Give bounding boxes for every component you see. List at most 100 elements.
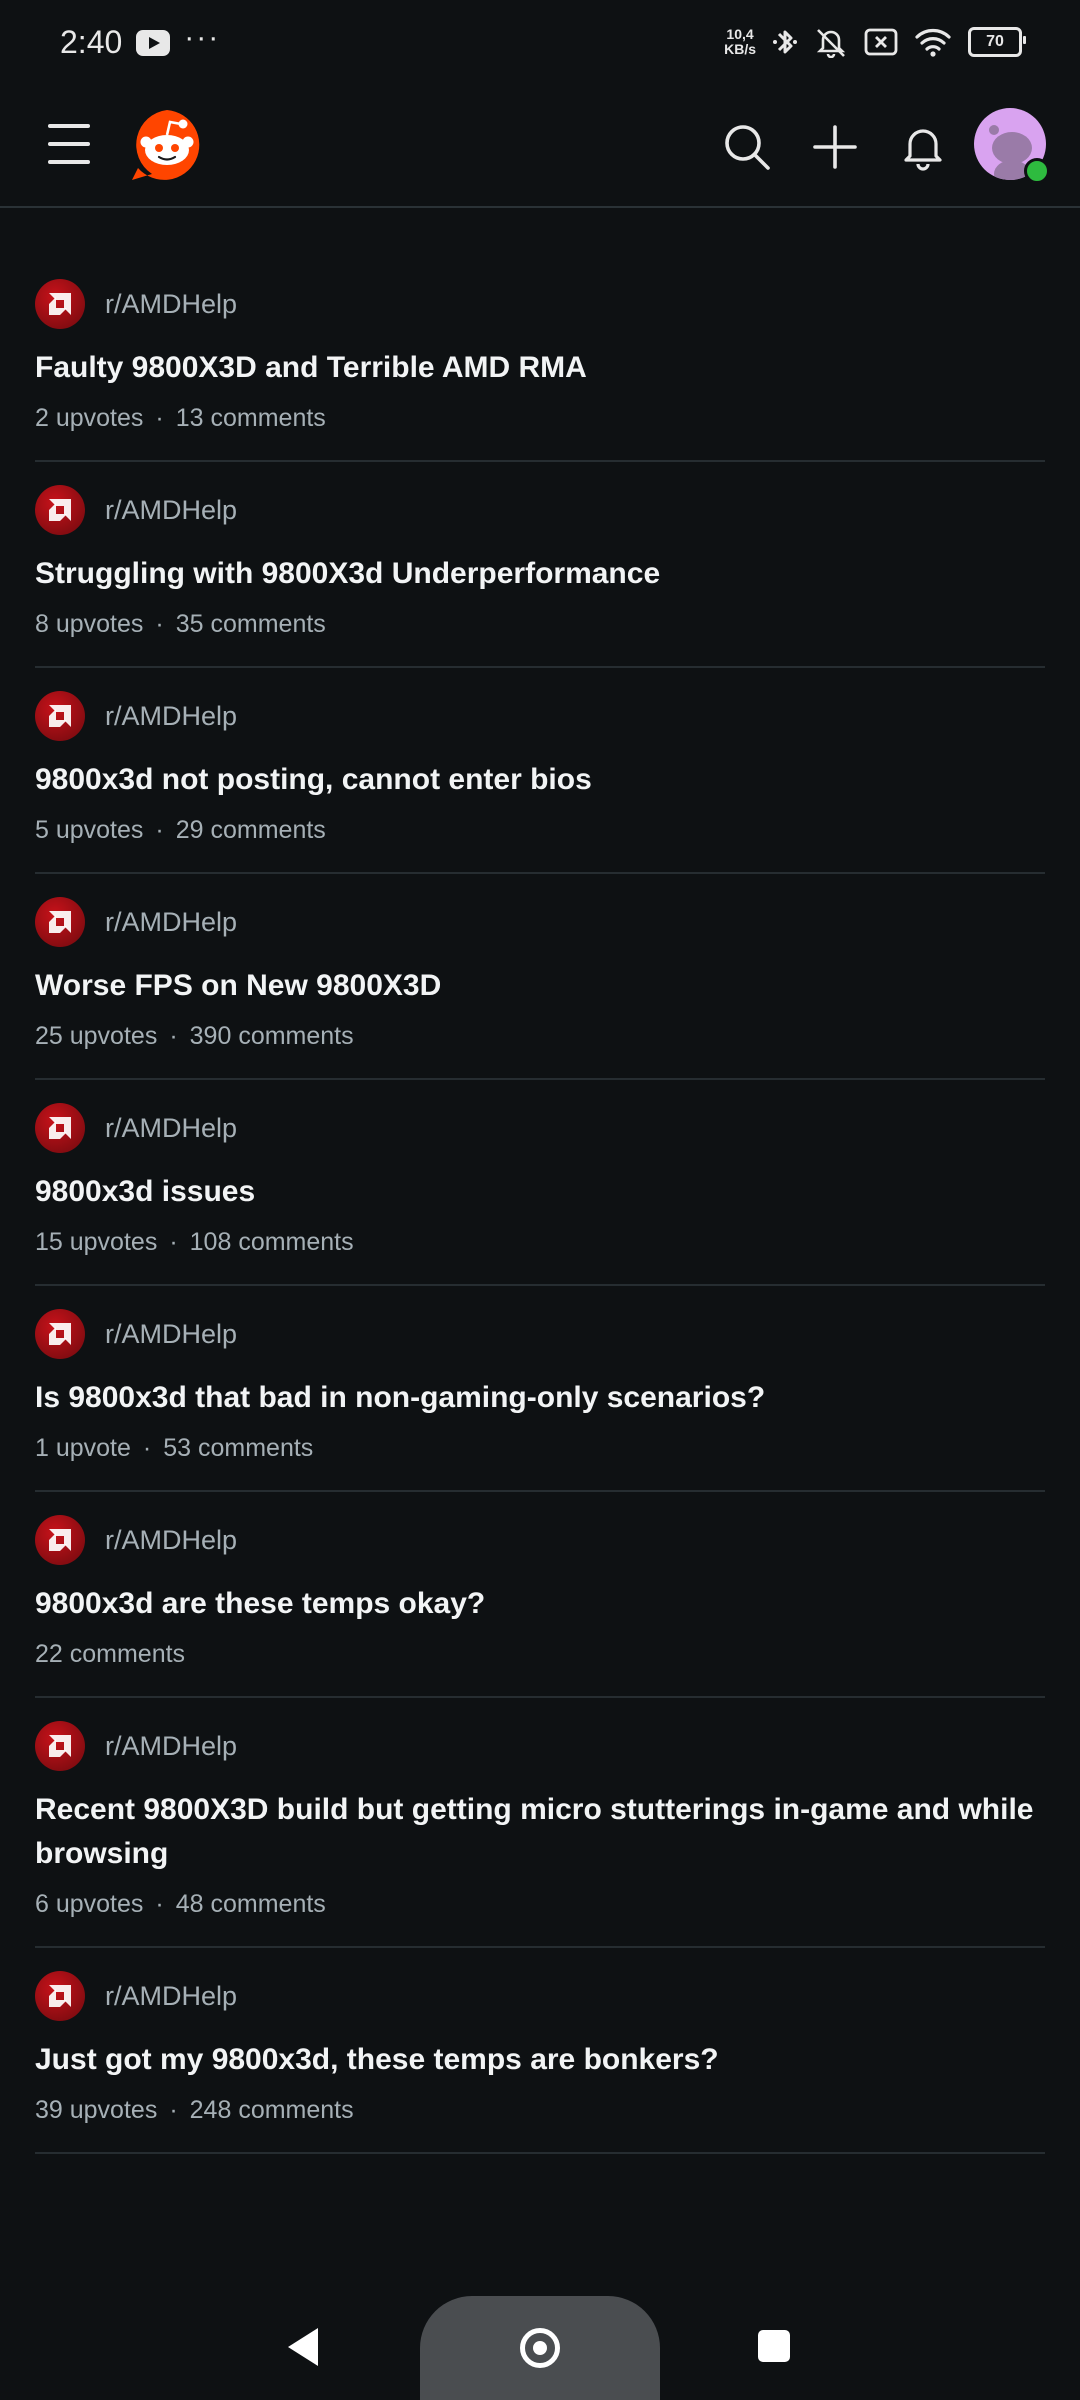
subreddit-name[interactable]: r/AMDHelp xyxy=(105,289,237,320)
upvote-count: 39 upvotes xyxy=(35,2096,158,2124)
comment-count: 390 comments xyxy=(189,1022,354,1050)
comment-count: 13 comments xyxy=(175,404,326,432)
post-title[interactable]: Struggling with 9800X3d Underperformance xyxy=(35,552,1045,596)
amd-logo-icon xyxy=(49,705,71,727)
bell-icon[interactable] xyxy=(898,122,948,172)
post-title[interactable]: Just got my 9800x3d, these temps are bon… xyxy=(35,2038,1045,2082)
post-header: r/AMDHelp xyxy=(35,1100,1045,1156)
amd-logo-icon xyxy=(49,1985,71,2007)
post-title[interactable]: Faulty 9800X3D and Terrible AMD RMA xyxy=(35,346,1045,390)
post-header: r/AMDHelp xyxy=(35,1968,1045,2024)
list-item[interactable]: r/AMDHelp Struggling with 9800X3d Underp… xyxy=(35,462,1045,668)
meta-separator: · xyxy=(155,610,164,638)
subreddit-name[interactable]: r/AMDHelp xyxy=(105,1525,237,1556)
list-item[interactable]: r/AMDHelp Recent 9800X3D build but getti… xyxy=(35,1698,1045,1948)
post-title[interactable]: Is 9800x3d that bad in non-gaming-only s… xyxy=(35,1376,1045,1420)
post-meta: 39 upvotes · 248 comments xyxy=(35,2092,1045,2128)
post-meta: 2 upvotes · 13 comments xyxy=(35,400,1045,436)
menu-icon[interactable] xyxy=(48,124,90,164)
post-title[interactable]: 9800x3d not posting, cannot enter bios xyxy=(35,758,1045,802)
back-icon[interactable] xyxy=(288,2328,318,2366)
comment-count: 48 comments xyxy=(175,1890,326,1918)
online-status-dot xyxy=(1024,158,1050,184)
subreddit-name[interactable]: r/AMDHelp xyxy=(105,1731,237,1762)
bluetooth-icon xyxy=(773,30,797,54)
meta-separator: · xyxy=(155,816,164,844)
upvote-count: 2 upvotes xyxy=(35,404,144,432)
subreddit-avatar[interactable] xyxy=(35,485,85,535)
post-meta: 25 upvotes · 390 comments xyxy=(35,1018,1045,1054)
post-feed: r/AMDHelp Faulty 9800X3D and Terrible AM… xyxy=(35,256,1045,2154)
upvote-count: 1 upvote xyxy=(35,1434,131,1462)
subreddit-name[interactable]: r/AMDHelp xyxy=(105,495,237,526)
list-item[interactable]: r/AMDHelp Is 9800x3d that bad in non-gam… xyxy=(35,1286,1045,1492)
list-item[interactable]: r/AMDHelp 9800x3d issues 15 upvotes · 108 … xyxy=(35,1080,1045,1286)
comment-count: 53 comments xyxy=(163,1434,314,1462)
post-header: r/AMDHelp xyxy=(35,1306,1045,1362)
recent-apps-icon[interactable] xyxy=(758,2330,790,2362)
post-meta: 15 upvotes · 108 comments xyxy=(35,1224,1045,1260)
post-title[interactable]: 9800x3d are these temps okay? xyxy=(35,1582,1045,1626)
meta-separator: · xyxy=(169,1022,178,1050)
subreddit-name[interactable]: r/AMDHelp xyxy=(105,907,237,938)
subreddit-name[interactable]: r/AMDHelp xyxy=(105,701,237,732)
comment-count: 108 comments xyxy=(189,1228,354,1256)
upvote-count: 5 upvotes xyxy=(35,816,144,844)
subreddit-avatar[interactable] xyxy=(35,1309,85,1359)
upvote-count: 6 upvotes xyxy=(35,1890,144,1918)
search-icon[interactable] xyxy=(722,122,772,172)
status-time: 2:40 xyxy=(60,24,123,60)
list-item[interactable]: r/AMDHelp 9800x3d are these temps okay? … xyxy=(35,1492,1045,1698)
upvote-count: 25 upvotes xyxy=(35,1022,158,1050)
list-item[interactable]: r/AMDHelp Faulty 9800X3D and Terrible AM… xyxy=(35,256,1045,462)
battery-icon: 70 xyxy=(968,27,1026,57)
subreddit-avatar[interactable] xyxy=(35,1971,85,2021)
list-item[interactable]: r/AMDHelp Worse FPS on New 9800X3D 25 up… xyxy=(35,874,1045,1080)
list-item[interactable]: r/AMDHelp 9800x3d not posting, cannot en… xyxy=(35,668,1045,874)
subreddit-avatar[interactable] xyxy=(35,691,85,741)
post-header: r/AMDHelp xyxy=(35,1718,1045,1774)
post-meta: 1 upvote · 53 comments xyxy=(35,1430,1045,1466)
post-title[interactable]: 9800x3d issues xyxy=(35,1170,1045,1214)
amd-logo-icon xyxy=(49,499,71,521)
subreddit-avatar[interactable] xyxy=(35,279,85,329)
amd-logo-icon xyxy=(49,1735,71,1757)
post-title[interactable]: Worse FPS on New 9800X3D xyxy=(35,964,1045,1008)
list-item[interactable]: r/AMDHelp Just got my 9800x3d, these tem… xyxy=(35,1948,1045,2154)
subreddit-name[interactable]: r/AMDHelp xyxy=(105,1981,237,2012)
net-speed: 10,4 KB/s xyxy=(724,27,756,57)
upvote-count: 8 upvotes xyxy=(35,610,144,638)
reddit-logo[interactable] xyxy=(130,108,204,184)
comment-count: 35 comments xyxy=(175,610,326,638)
amd-logo-icon xyxy=(49,1323,71,1345)
plus-icon[interactable] xyxy=(810,122,860,172)
comment-count: 29 comments xyxy=(175,816,326,844)
no-sim-icon xyxy=(864,28,898,56)
net-speed-value: 10,4 xyxy=(726,26,754,42)
youtube-icon xyxy=(136,29,171,56)
status-right: 10,4 KB/s 70 xyxy=(724,26,1026,58)
post-header: r/AMDHelp xyxy=(35,688,1045,744)
meta-separator: · xyxy=(155,1890,164,1918)
post-header: r/AMDHelp xyxy=(35,482,1045,538)
subreddit-name[interactable]: r/AMDHelp xyxy=(105,1113,237,1144)
amd-logo-icon xyxy=(49,1117,71,1139)
post-meta: 22 comments xyxy=(35,1636,1045,1672)
subreddit-avatar[interactable] xyxy=(35,1515,85,1565)
post-header: r/AMDHelp xyxy=(35,276,1045,332)
wifi-icon xyxy=(915,29,951,57)
subreddit-name[interactable]: r/AMDHelp xyxy=(105,1319,237,1350)
post-meta: 6 upvotes · 48 comments xyxy=(35,1886,1045,1922)
status-left: 2:40 ··· xyxy=(60,21,220,61)
post-title[interactable]: Recent 9800X3D build but getting micro s… xyxy=(35,1788,1045,1876)
amd-logo-icon xyxy=(49,1529,71,1551)
subreddit-avatar[interactable] xyxy=(35,1721,85,1771)
home-button[interactable] xyxy=(420,2296,660,2400)
upvote-count: 15 upvotes xyxy=(35,1228,158,1256)
subreddit-avatar[interactable] xyxy=(35,897,85,947)
post-meta: 5 upvotes · 29 comments xyxy=(35,812,1045,848)
meta-separator: · xyxy=(142,1434,152,1462)
subreddit-avatar[interactable] xyxy=(35,1103,85,1153)
post-header: r/AMDHelp xyxy=(35,1512,1045,1568)
system-nav-bar xyxy=(0,2296,1080,2400)
